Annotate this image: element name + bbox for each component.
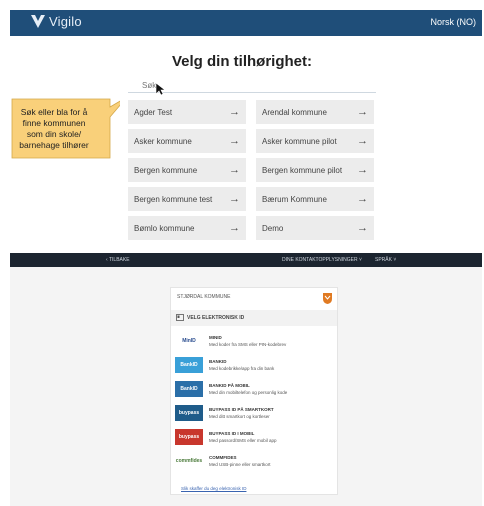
municipality-name: Demo — [262, 223, 284, 233]
municipality-item[interactable]: Bergen kommune pilot → — [256, 158, 374, 182]
id-card-icon — [176, 314, 184, 321]
municipality-item[interactable]: Bergen kommune test → — [128, 187, 246, 211]
eid-option[interactable]: commfides COMMFIDES Med USB-pinne eller sm… — [175, 451, 333, 471]
municipality-name: Bergen kommune pilot — [262, 165, 343, 175]
municipality-item[interactable]: Agder Test → — [128, 100, 246, 124]
eid-option-name: COMMFIDES — [209, 455, 237, 460]
municipality-item[interactable]: Demo → — [256, 216, 374, 240]
eid-provider-logo-icon: buypass — [175, 405, 203, 421]
eid-option-description: Med passord/SMS eller mobil app — [209, 438, 277, 443]
municipality-name: Bømlo kommune — [134, 223, 195, 233]
eid-option-name: BANKID — [209, 359, 227, 364]
municipality-name: Bergen kommune test — [134, 194, 213, 204]
vigilo-logo[interactable]: Vigilo — [30, 13, 82, 29]
help-callout-text: Søk eller bla for å finne kommunen som d… — [19, 107, 89, 150]
page-title: Velg din tilhørighet: — [172, 53, 312, 70]
municipality-name: Bergen kommune — [134, 165, 198, 175]
arrow-right-icon: → — [229, 193, 240, 205]
eid-section-title: VELG ELEKTRONISK ID — [187, 315, 245, 321]
arrow-right-icon: → — [229, 164, 240, 176]
eid-section-header: VELG ELEKTRONISK ID — [171, 310, 337, 326]
municipality-item[interactable]: Bærum Kommune → — [256, 187, 374, 211]
eid-option-name: BANKID PÅ MOBIL — [209, 383, 250, 388]
eid-option-description: Med koder fra SMS eller PIN-kodebrev — [209, 342, 287, 347]
search-input[interactable] — [128, 78, 390, 92]
get-eid-link[interactable]: Slik skaffer du deg elektronisk ID — [181, 486, 246, 491]
eid-option-description: Med kodebrikke/app fra din bank — [209, 366, 275, 371]
language-selector[interactable]: Norsk (NO) — [431, 17, 477, 27]
login-nav-bar: ‹ TILBAKE DINE KONTAKTOPPLYSNINGER ˅ SPR… — [10, 253, 482, 267]
eid-option-description: Med din mobiltelefon og personlig kode — [209, 390, 288, 395]
arrow-right-icon: → — [229, 222, 240, 234]
municipality-item[interactable]: Arendal kommune → — [256, 100, 374, 124]
eid-provider-logo-icon: commfides — [175, 453, 203, 469]
municipality-item[interactable]: Bømlo kommune → — [128, 216, 246, 240]
eid-option[interactable]: buypass BUYPASS ID I MOBIL Med passord/SMS… — [175, 427, 333, 447]
eid-option-name: BUYPASS ID PÅ SMARTKORT — [209, 407, 274, 412]
mouse-cursor-icon — [155, 82, 166, 96]
eid-option-description: Med USB-pinne eller smartkort — [209, 462, 271, 467]
eid-option[interactable]: MinID MINID Med koder fra SMS eller PIN-ko… — [175, 331, 333, 351]
brand-name: Vigilo — [49, 13, 82, 29]
arrow-right-icon: → — [357, 222, 368, 234]
eid-option[interactable]: buypass BUYPASS ID PÅ SMARTKORT Med ditt s… — [175, 403, 333, 423]
eid-option-description: Med ditt smartkort og kortleser — [209, 414, 270, 419]
top-bar: Vigilo Norsk (NO) — [10, 10, 482, 36]
municipality-name: Asker kommune pilot — [262, 136, 337, 146]
municipality-name: Asker kommune — [134, 136, 192, 146]
arrow-right-icon: → — [229, 106, 240, 118]
eid-option[interactable]: BankID BANKID PÅ MOBIL Med din mobiltelefo… — [175, 379, 333, 399]
arrow-right-icon: → — [357, 164, 368, 176]
arrow-right-icon: → — [357, 106, 368, 118]
municipality-item[interactable]: Asker kommune → — [128, 129, 246, 153]
vigilo-v-icon — [31, 15, 45, 28]
municipality-item[interactable]: Bergen kommune → — [128, 158, 246, 182]
municipality-name: Agder Test — [134, 107, 173, 117]
arrow-right-icon: → — [357, 135, 368, 147]
eid-option[interactable]: BankID BANKID Med kodebrikke/app fra din b… — [175, 355, 333, 375]
eid-login-card: STJØRDAL KOMMUNE VELG ELEKTRONISK ID Min… — [170, 287, 338, 495]
eid-provider-logo-icon: buypass — [175, 429, 203, 445]
eid-option-name: BUYPASS ID I MOBIL — [209, 431, 255, 436]
contact-info-menu[interactable]: DINE KONTAKTOPPLYSNINGER ˅ — [282, 257, 362, 263]
municipality-item[interactable]: Asker kommune pilot → — [256, 129, 374, 153]
eid-provider-logo-icon: BankID — [175, 381, 203, 397]
municipality-name: Arendal kommune — [262, 107, 327, 117]
municipality-name: Bærum Kommune — [262, 194, 327, 204]
back-link[interactable]: ‹ TILBAKE — [106, 257, 130, 263]
arrow-right-icon: → — [357, 193, 368, 205]
municipality-crest-icon — [323, 293, 332, 304]
arrow-right-icon: → — [229, 135, 240, 147]
eid-provider-logo-icon: BankID — [175, 357, 203, 373]
eid-provider-logo-icon: MinID — [175, 333, 203, 349]
eid-option-name: MINID — [209, 335, 222, 340]
language-menu[interactable]: SPRÅK ˅ — [375, 257, 396, 263]
municipality-name: STJØRDAL KOMMUNE — [177, 294, 231, 300]
